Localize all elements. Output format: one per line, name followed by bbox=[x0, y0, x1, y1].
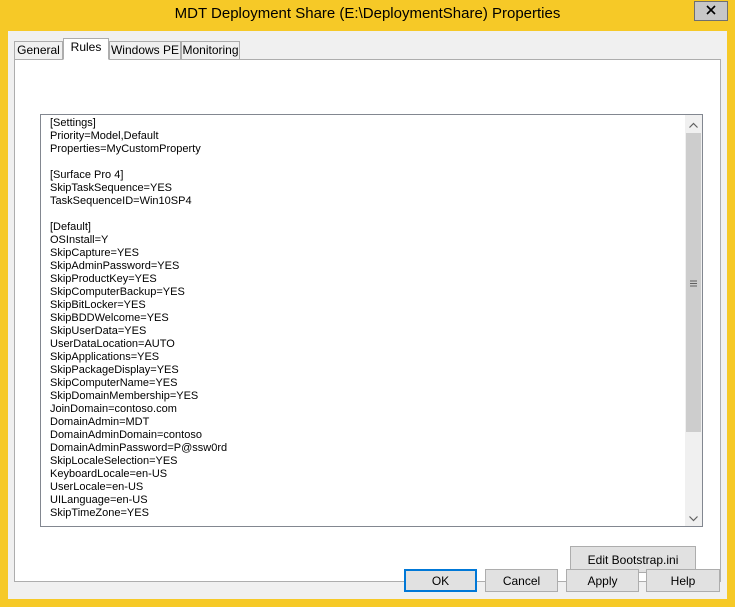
rule-line: SkipTimeZone=YES bbox=[50, 507, 149, 519]
ok-button[interactable]: OK bbox=[404, 569, 477, 592]
rule-line bbox=[50, 156, 670, 169]
rule-line: SkipPackageDisplay=YES bbox=[50, 364, 179, 376]
button-label: Help bbox=[670, 573, 696, 588]
tab-windows-pe[interactable]: Windows PE bbox=[109, 41, 181, 59]
cancel-button[interactable]: Cancel bbox=[485, 569, 558, 592]
scroll-thumb[interactable] bbox=[686, 133, 701, 432]
rule-line: TaskSequenceID=Win10SP4 bbox=[50, 195, 192, 207]
grip-icon bbox=[690, 274, 697, 292]
close-icon bbox=[706, 2, 716, 20]
tab-monitoring[interactable]: Monitoring bbox=[181, 41, 240, 59]
tab-label: Monitoring bbox=[182, 43, 239, 57]
rules-tab-page: [Settings] Priority=Model,Default Properti… bbox=[14, 59, 721, 582]
button-label: Apply bbox=[587, 573, 618, 588]
apply-button[interactable]: Apply bbox=[566, 569, 639, 592]
dialog-client-area: General Rules Windows PE Monitoring [Set… bbox=[8, 31, 727, 599]
rule-line: UILanguage=en-US bbox=[50, 494, 148, 506]
rule-line: [Settings] bbox=[50, 117, 96, 129]
rule-line: SkipComputerBackup=YES bbox=[50, 286, 185, 298]
rule-line: DomainAdminPassword=P@ssw0rd bbox=[50, 442, 228, 454]
close-button[interactable] bbox=[694, 1, 728, 21]
tab-label: General bbox=[17, 43, 60, 57]
help-button[interactable]: Help bbox=[646, 569, 720, 592]
chevron-down-icon bbox=[689, 509, 698, 527]
rule-line bbox=[50, 208, 670, 221]
rules-textarea[interactable]: [Settings] Priority=Model,Default Properti… bbox=[40, 114, 703, 527]
tab-label: Rules bbox=[70, 40, 102, 54]
chevron-up-icon bbox=[689, 115, 698, 133]
tab-rules[interactable]: Rules bbox=[63, 38, 109, 60]
scroll-down-button[interactable] bbox=[686, 510, 701, 525]
button-label: Cancel bbox=[502, 573, 541, 588]
rule-line: JoinDomain=contoso.com bbox=[50, 403, 177, 415]
rule-line: [Default] bbox=[50, 221, 91, 233]
rule-line: Priority=Model,Default bbox=[50, 130, 159, 142]
rule-line: SkipUserData=YES bbox=[50, 325, 147, 337]
rule-line: SkipBDDWelcome=YES bbox=[50, 312, 169, 324]
rule-line: KeyboardLocale=en-US bbox=[50, 468, 168, 480]
rule-line: DomainAdminDomain=contoso bbox=[50, 429, 202, 441]
rule-line: DomainAdmin=MDT bbox=[50, 416, 150, 428]
rule-line: SkipApplications=YES bbox=[50, 351, 160, 363]
tab-general[interactable]: General bbox=[14, 41, 63, 59]
rule-line: UserLocale=en-US bbox=[50, 481, 144, 493]
rule-line: Properties=MyCustomProperty bbox=[50, 143, 201, 155]
rule-line: SkipBitLocker=YES bbox=[50, 299, 146, 311]
vertical-scrollbar[interactable] bbox=[685, 115, 702, 526]
tab-label: Windows PE bbox=[110, 43, 180, 57]
rule-line: SkipCapture=YES bbox=[50, 247, 139, 259]
rule-line: SkipLocaleSelection=YES bbox=[50, 455, 178, 467]
rule-line: SkipProductKey=YES bbox=[50, 273, 157, 285]
rule-line: SkipAdminPassword=YES bbox=[50, 260, 180, 272]
rule-line: UserDataLocation=AUTO bbox=[50, 338, 175, 350]
rule-line: SkipComputerName=YES bbox=[50, 377, 178, 389]
title-bar[interactable]: MDT Deployment Share (E:\DeploymentShare… bbox=[0, 0, 735, 32]
button-label: Edit Bootstrap.ini bbox=[587, 552, 679, 567]
rule-line: SkipDomainMembership=YES bbox=[50, 390, 199, 402]
window-title: MDT Deployment Share (E:\DeploymentShare… bbox=[174, 5, 561, 22]
button-label: OK bbox=[431, 573, 450, 588]
properties-dialog: MDT Deployment Share (E:\DeploymentShare… bbox=[0, 0, 735, 607]
rule-line: [Surface Pro 4] bbox=[50, 169, 124, 181]
scroll-up-button[interactable] bbox=[686, 116, 701, 131]
rule-line: SkipTaskSequence=YES bbox=[50, 182, 172, 194]
rules-text-content[interactable]: [Settings] Priority=Model,Default Properti… bbox=[50, 117, 670, 522]
rule-line: OSInstall=Y bbox=[50, 234, 109, 246]
